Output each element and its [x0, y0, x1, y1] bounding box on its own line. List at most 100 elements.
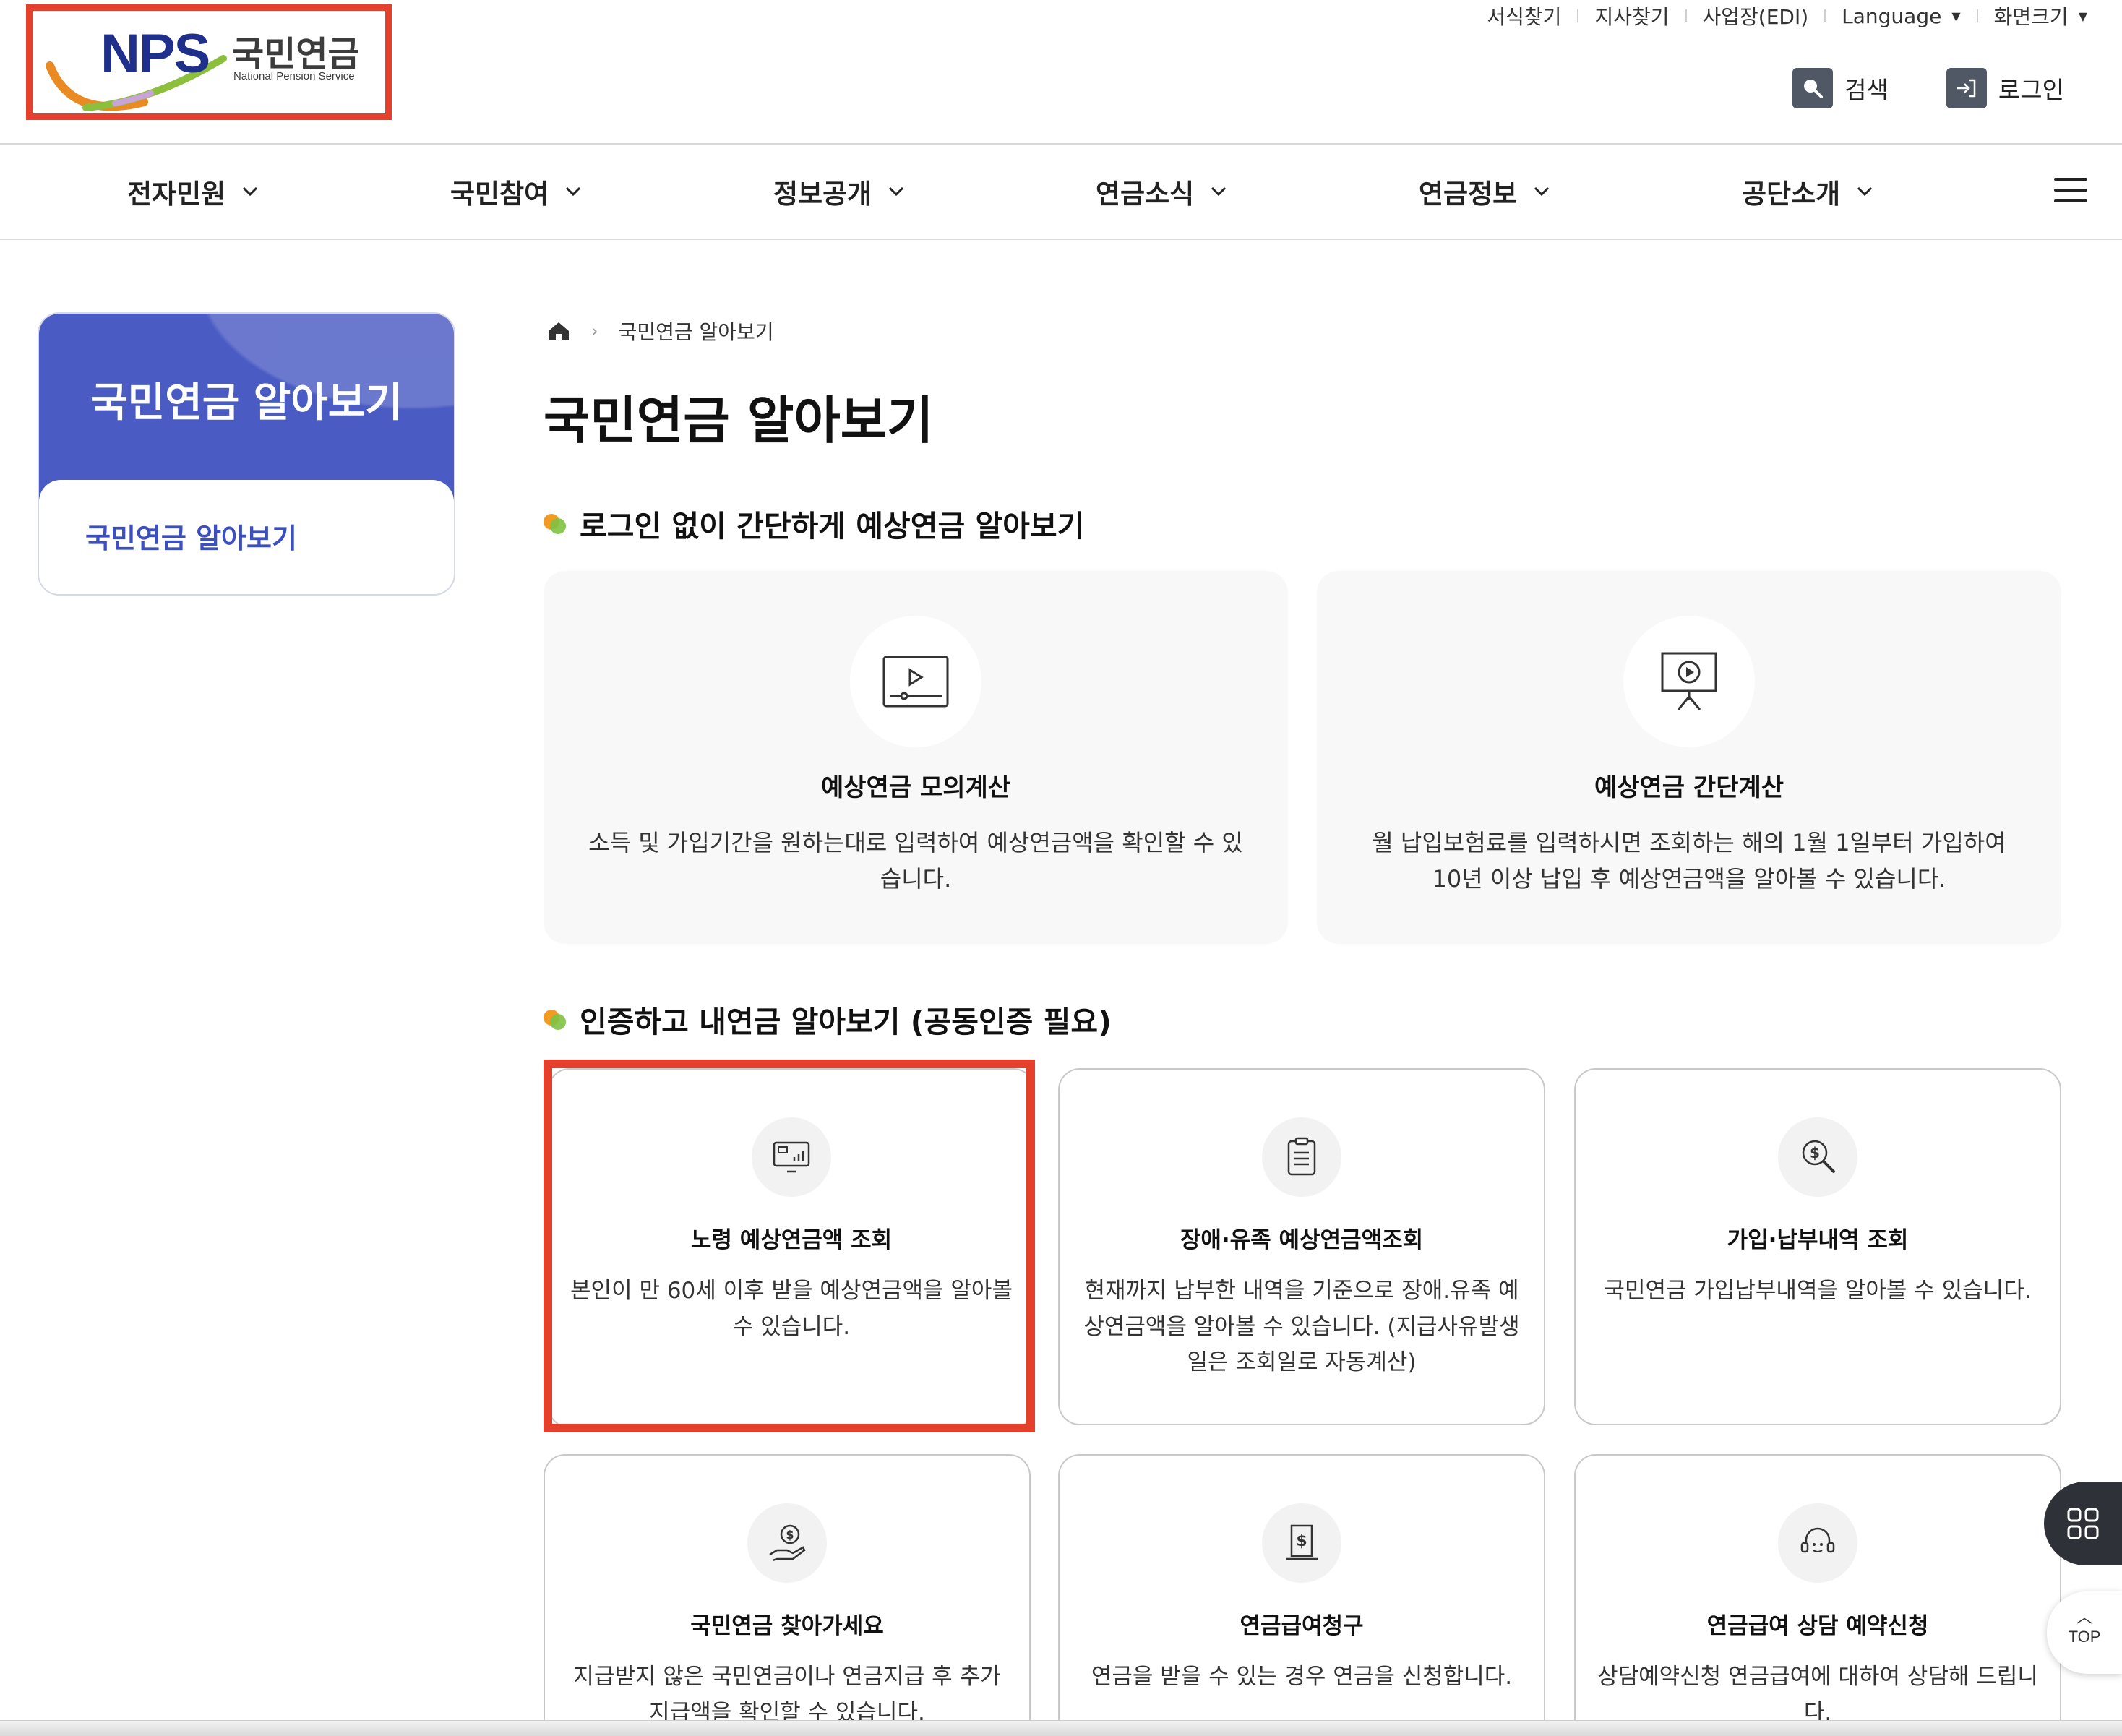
card-title: 연금급여청구: [1240, 1613, 1364, 1639]
util-divider: [1685, 9, 1687, 22]
nav-item-pension-info[interactable]: 연금정보: [1419, 172, 1550, 211]
sidebar-menu: 국민연금 알아보기: [39, 480, 454, 594]
sidebar-item-active[interactable]: 국민연금 알아보기: [85, 516, 297, 556]
card-payment-history[interactable]: $ 가입·납부내역 조회 국민연금 가입납부내역을 알아볼 수 있습니다.: [1574, 1068, 2061, 1425]
card-title: 예상연금 간단계산: [1594, 773, 1784, 802]
search-button[interactable]: 검색: [1792, 68, 1889, 108]
caret-down-icon: ▼: [1951, 9, 1961, 23]
chevron-down-icon: [1857, 186, 1873, 197]
sidebar: 국민연금 알아보기 국민연금 알아보기: [38, 312, 455, 596]
logo-name-en: National Pension Service: [233, 70, 355, 82]
monitor-chart-icon: [773, 1141, 810, 1173]
card-title: 노령 예상연금액 조회: [690, 1227, 893, 1253]
chevron-down-icon: [1211, 186, 1227, 197]
hand-coin-icon: $: [769, 1524, 806, 1562]
card-description: 본인이 만 60세 이후 받을 예상연금액을 알아볼 수 있습니다.: [570, 1278, 1013, 1340]
top-label: TOP: [2068, 1628, 2101, 1646]
nav-item-label: 연금소식: [1096, 179, 1195, 210]
bullet-dot-icon: [544, 514, 566, 534]
bullet-dot-icon: [544, 1010, 566, 1030]
document-dollar-icon: $: [1286, 1524, 1318, 1560]
login-label: 로그인: [1998, 76, 2064, 104]
card-icon-circle: $: [747, 1503, 827, 1583]
card-title: 가입·납부내역 조회: [1727, 1227, 1909, 1253]
nav-item-label: 공단소개: [1742, 179, 1841, 210]
card-mock-calculation[interactable]: 예상연금 모의계산 소득 및 가입기간을 원하는대로 입력하여 예상연금액을 확…: [544, 571, 1288, 944]
card-simple-calculation[interactable]: 예상연금 간단계산 월 납입보험료를 입력하시면 조회하는 해의 1월 1일부터…: [1317, 571, 2061, 944]
nav-item-e-service[interactable]: 전자민원: [127, 172, 259, 211]
site-header: NPS 국민연금 National Pension Service 서식찾기 지…: [0, 0, 2122, 145]
card-unclaimed-pension[interactable]: $ 국민연금 찾아가세요 지급받지 않은 국민연금이나 연금지급 후 추가 지급…: [544, 1454, 1031, 1736]
section-title-text: 로그인 없이 간단하게 예상연금 알아보기: [580, 509, 1085, 543]
sidebar-header: 국민연금 알아보기: [39, 314, 454, 507]
util-link-branches[interactable]: 지사찾기: [1594, 1, 1669, 30]
nav-item-label: 정보공개: [773, 179, 872, 210]
card-consultation-booking[interactable]: 연금급여 상담 예약신청 상담예약신청 연금급여에 대하여 상담해 드립니다.: [1574, 1454, 2061, 1736]
svg-text:$: $: [1296, 1532, 1307, 1550]
svg-text:$: $: [786, 1528, 794, 1542]
font-size-label: 화면크기: [1993, 5, 2069, 29]
util-divider: [1577, 9, 1579, 22]
util-link-forms[interactable]: 서식찾기: [1487, 1, 1561, 30]
nav-item-label: 연금정보: [1419, 179, 1518, 210]
search-icon: [1792, 68, 1834, 108]
presentation-play-icon: [1661, 652, 1717, 710]
page-title: 국민연금 알아보기: [544, 391, 934, 450]
language-label: Language: [1842, 4, 1942, 28]
logo-highlight-box: NPS 국민연금 National Pension Service: [26, 4, 392, 120]
nav-item-about[interactable]: 공단소개: [1742, 172, 1873, 211]
card-icon-circle: $: [1262, 1503, 1341, 1583]
card-icon-circle: $: [1778, 1117, 1857, 1197]
util-divider: [1976, 9, 1978, 22]
scroll-top-button[interactable]: ︿ TOP: [2047, 1591, 2122, 1674]
login-icon: [1946, 68, 1987, 108]
nav-item-label: 국민참여: [450, 179, 549, 210]
card-description: 소득 및 가입기간을 원하는대로 입력하여 예상연금액을 확인할 수 있습니다.: [588, 829, 1243, 893]
nav-item-participation[interactable]: 국민참여: [450, 172, 582, 211]
chevron-down-icon: [566, 186, 581, 197]
search-label: 검색: [1844, 76, 1889, 104]
home-icon[interactable]: [546, 320, 571, 342]
nav-item-label: 전자민원: [127, 179, 226, 210]
language-dropdown[interactable]: Language ▼: [1842, 4, 1961, 28]
logo-mark: NPS: [100, 23, 210, 85]
breadcrumb-separator: ›: [591, 321, 598, 341]
video-play-icon: [882, 656, 949, 708]
login-button[interactable]: 로그인: [1946, 68, 2064, 108]
card-title: 장애·유족 예상연금액조회: [1180, 1227, 1424, 1253]
nav-item-disclosure[interactable]: 정보공개: [773, 172, 905, 211]
card-old-age-pension[interactable]: 노령 예상연금액 조회 본인이 만 60세 이후 받을 예상연금액을 알아볼 수…: [548, 1068, 1035, 1428]
card-benefit-claim[interactable]: $ 연금급여청구 연금을 받을 수 있는 경우 연금을 신청합니다.: [1058, 1454, 1545, 1736]
card-icon-circle: [1262, 1117, 1341, 1197]
card-title: 국민연금 찾아가세요: [690, 1613, 884, 1639]
card-disability-survivor[interactable]: 장애·유족 예상연금액조회 현재까지 납부한 내역을 기준으로 장애.유족 예상…: [1058, 1068, 1545, 1425]
section-title-text: 인증하고 내연금 알아보기 (공동인증 필요): [580, 1005, 1112, 1039]
header-actions: 검색 로그인: [1792, 68, 2064, 108]
clipboard-list-icon: [1287, 1137, 1316, 1176]
font-size-dropdown[interactable]: 화면크기 ▼: [1994, 1, 2087, 30]
search-dollar-icon: $: [1802, 1140, 1835, 1173]
section-title: 인증하고 내연금 알아보기 (공동인증 필요): [544, 997, 1112, 1041]
card-icon-circle: [850, 616, 981, 747]
chevron-down-icon: [889, 186, 904, 197]
breadcrumb: › 국민연금 알아보기: [546, 317, 774, 345]
card-description: 연금을 받을 수 있는 경우 연금을 신청합니다.: [1091, 1664, 1513, 1690]
logo-name-kr: 국민연금: [232, 34, 360, 74]
util-divider: [1824, 9, 1826, 22]
util-link-edi[interactable]: 사업장(EDI): [1703, 1, 1809, 30]
main-nav: 전자민원 국민참여 정보공개 연금소식 연금정보 공단소개: [0, 145, 2122, 240]
card-title: 연금급여 상담 예약신청: [1706, 1613, 1929, 1639]
nav-item-news[interactable]: 연금소식: [1096, 172, 1227, 211]
scrollbar-edge: [0, 1720, 2122, 1736]
menu-icon[interactable]: [2054, 178, 2087, 202]
nps-logo[interactable]: NPS 국민연금 National Pension Service: [43, 22, 375, 111]
card-description: 월 납입보험료를 입력하시면 조회하는 해의 1월 1일부터 가입하여 10년 …: [1372, 829, 2006, 893]
card-description: 국민연금 가입납부내역을 알아볼 수 있습니다.: [1604, 1278, 2032, 1304]
headset-icon: [1800, 1527, 1835, 1553]
card-icon-circle: [1623, 616, 1755, 747]
caret-down-icon: ▼: [2078, 9, 2087, 23]
chevron-up-icon: ︿: [2076, 1608, 2092, 1626]
breadcrumb-current: 국민연금 알아보기: [618, 320, 774, 344]
card-title: 예상연금 모의계산: [820, 773, 1011, 802]
quick-menu-button[interactable]: [2044, 1482, 2122, 1565]
